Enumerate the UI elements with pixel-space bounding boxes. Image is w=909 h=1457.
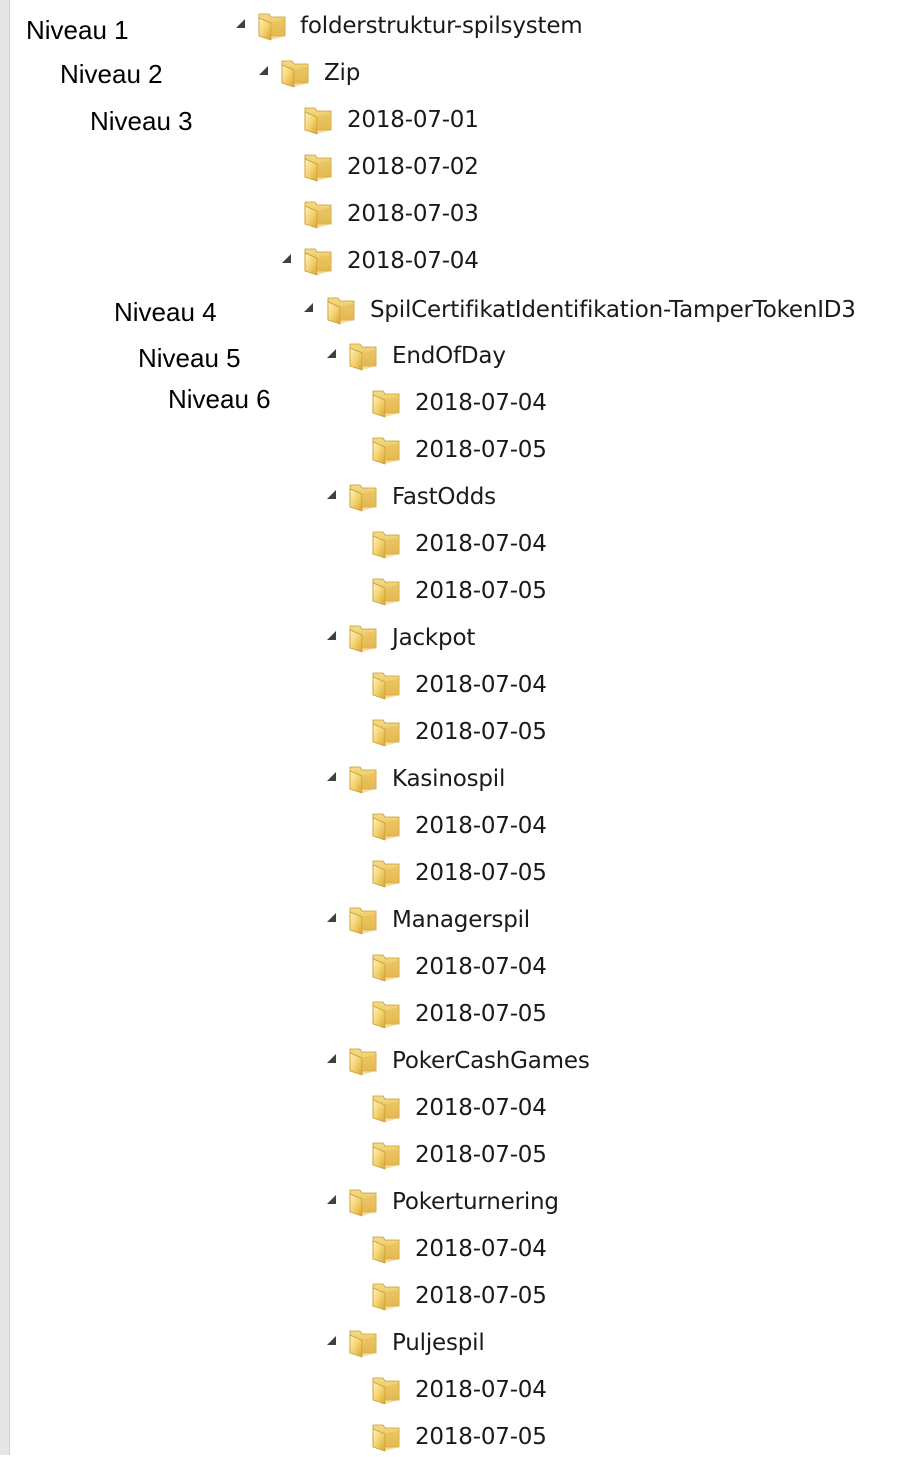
folder-icon — [279, 56, 311, 88]
level-label-6: Niveau 6 — [168, 384, 271, 414]
folder-icon — [325, 293, 357, 325]
folder-icon — [370, 715, 402, 747]
folder-icon — [302, 197, 334, 229]
expanded-arrow-icon[interactable] — [327, 631, 336, 640]
expanded-arrow-icon[interactable] — [327, 1195, 336, 1204]
folder-label: Managerspil — [392, 907, 530, 933]
left-border — [0, 0, 10, 1455]
folder-label: 2018-07-05 — [415, 578, 547, 604]
folder-label: 2018-07-04 — [415, 1236, 547, 1262]
folder-label: Puljespil — [392, 1330, 485, 1356]
folder-label: 2018-07-01 — [347, 107, 479, 133]
folder-icon — [347, 1185, 379, 1217]
folder-icon — [370, 950, 402, 982]
folder-label: SpilCertifikatIdentifikation-TamperToken… — [370, 297, 856, 323]
folder-icon — [347, 903, 379, 935]
expanded-arrow-icon[interactable] — [327, 1054, 336, 1063]
expanded-arrow-icon[interactable] — [282, 254, 291, 263]
folder-icon — [302, 150, 334, 182]
folder-icon — [347, 480, 379, 512]
level-label-4: Niveau 4 — [114, 297, 217, 327]
folder-icon — [370, 809, 402, 841]
folder-label: Kasinospil — [392, 766, 506, 792]
folder-label: FastOdds — [392, 484, 496, 510]
folder-icon — [370, 574, 402, 606]
folder-label: 2018-07-04 — [415, 813, 547, 839]
folder-label: 2018-07-04 — [415, 1377, 547, 1403]
folder-icon — [302, 103, 334, 135]
level-label-1: Niveau 1 — [26, 15, 129, 45]
folder-label: 2018-07-04 — [415, 954, 547, 980]
folder-icon — [370, 668, 402, 700]
folder-label: Zip — [324, 60, 361, 86]
folder-label: 2018-07-02 — [347, 154, 479, 180]
folder-label: 2018-07-05 — [415, 1424, 547, 1450]
folder-icon — [347, 762, 379, 794]
folder-icon — [370, 856, 402, 888]
expanded-arrow-icon[interactable] — [259, 66, 268, 75]
folder-label: 2018-07-05 — [415, 437, 547, 463]
folder-icon — [370, 1279, 402, 1311]
folder-label: 2018-07-03 — [347, 201, 479, 227]
folder-label: EndOfDay — [392, 343, 506, 369]
expanded-arrow-icon[interactable] — [327, 490, 336, 499]
folder-label: 2018-07-05 — [415, 1142, 547, 1168]
folder-label: folderstruktur-spilsystem — [300, 13, 583, 39]
folder-label: 2018-07-04 — [415, 1095, 547, 1121]
folder-icon — [347, 621, 379, 653]
expanded-arrow-icon[interactable] — [304, 303, 313, 312]
folder-icon — [370, 433, 402, 465]
folder-icon — [347, 1326, 379, 1358]
folder-label: 2018-07-04 — [347, 248, 479, 274]
folder-icon — [370, 1232, 402, 1264]
folder-icon — [370, 1420, 402, 1452]
folder-icon — [347, 339, 379, 371]
folder-icon — [370, 1373, 402, 1405]
expanded-arrow-icon[interactable] — [236, 19, 245, 28]
folder-icon — [370, 997, 402, 1029]
expanded-arrow-icon[interactable] — [327, 349, 336, 358]
folder-icon — [370, 527, 402, 559]
expanded-arrow-icon[interactable] — [327, 772, 336, 781]
folder-icon — [347, 1044, 379, 1076]
folder-label: PokerCashGames — [392, 1048, 590, 1074]
folder-icon — [370, 1138, 402, 1170]
folder-icon — [256, 9, 288, 41]
folder-icon — [302, 244, 334, 276]
expanded-arrow-icon[interactable] — [327, 913, 336, 922]
folder-label: 2018-07-04 — [415, 672, 547, 698]
folder-label: Pokerturnering — [392, 1189, 559, 1215]
folder-icon — [370, 1091, 402, 1123]
level-label-3: Niveau 3 — [90, 106, 193, 136]
folder-label: 2018-07-04 — [415, 531, 547, 557]
folder-label: 2018-07-05 — [415, 860, 547, 886]
level-label-5: Niveau 5 — [138, 343, 241, 373]
level-label-2: Niveau 2 — [60, 59, 163, 89]
folder-label: 2018-07-05 — [415, 719, 547, 745]
expanded-arrow-icon[interactable] — [327, 1336, 336, 1345]
folder-label: 2018-07-05 — [415, 1283, 547, 1309]
folder-icon — [370, 386, 402, 418]
folder-label: 2018-07-04 — [415, 390, 547, 416]
folder-label: Jackpot — [392, 625, 476, 651]
folder-label: 2018-07-05 — [415, 1001, 547, 1027]
